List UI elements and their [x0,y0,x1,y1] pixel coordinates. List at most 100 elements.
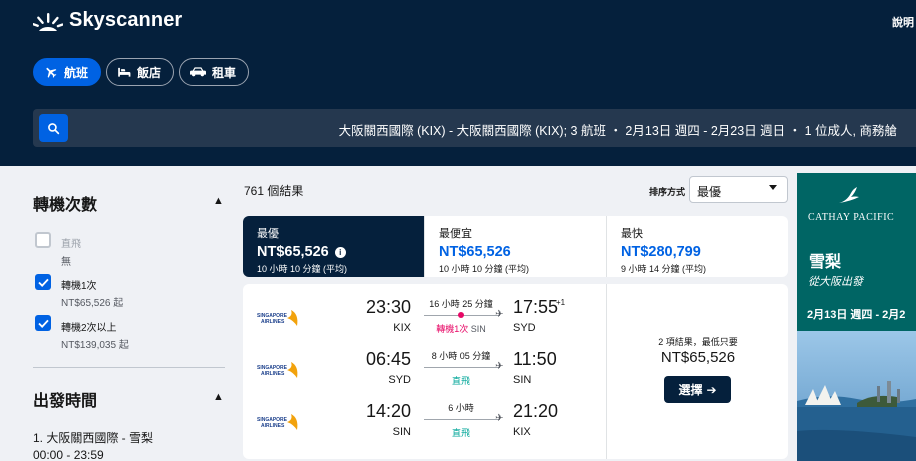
sort-label: 排序方式 [649,187,686,197]
stop-dot [458,312,464,318]
departure-time: 14:20 [365,401,411,421]
sort-tab-cheapest[interactable]: 最便宜 NT$65,526 10 小時 10 分鐘 (平均) [425,216,607,277]
stops-label: 轉機1次 [436,324,469,334]
results-count: 761 個結果 [244,184,304,198]
departure-time: 06:45 [365,349,411,369]
svg-text:AIRLINES: AIRLINES [261,371,285,377]
sort-tab-fastest[interactable]: 最快 NT$280,799 9 小時 14 分鐘 (平均) [607,216,788,277]
departure-time-title[interactable]: 出發時間 [33,387,97,411]
chevron-up-icon[interactable]: ▲ [213,195,224,207]
sort-tab-price: NT$65,526 [439,244,511,260]
flight-leg: SINGAPORE AIRLINES 14:20 SIN 6 小時 ✈ 直飛 2… [243,401,607,453]
sort-select[interactable]: 最優 [689,176,788,203]
tab-flights-label: 航班 [64,65,89,80]
price-panel: 2 項結果，最低只要 NT$65,526 選擇 ➔ [608,284,788,459]
sydney-harbour-image [797,331,916,461]
option-two-plus-price: NT$139,035 起 [61,340,129,351]
brand-name: Skyscanner [69,9,183,31]
help-link[interactable]: 說明 [892,14,914,30]
sort-tab-best[interactable]: 最優 NT$65,526 i 10 小時 10 分鐘 (平均) [243,216,425,277]
option-one-stop-label: 轉機1次 [61,281,97,292]
plane-icon: ✈ [495,309,504,320]
stops-filter-title[interactable]: 轉機次數 [33,191,97,215]
top-header: Skyscanner 說明 航班 飯店 租車 大阪關西國際 (KIX) - 大阪… [0,0,916,166]
arrival-time: 21:20 [513,401,559,421]
singapore-airlines-logo: SINGAPORE AIRLINES [257,414,298,430]
ad-dates: 2月13日 週四 - 2月2 [807,309,906,321]
stops-label: 直飛 [451,428,470,438]
tab-car-hire-label: 租車 [212,65,237,80]
info-icon[interactable]: i [334,246,346,258]
cathay-pacific-ad[interactable]: CATHAY PACIFIC 雪梨 從大阪出發 2月13日 週四 - 2月2 [797,173,916,461]
arrival-airport: KIX [513,426,531,438]
plane-icon: ✈ [495,361,504,372]
singapore-airlines-logo: SINGAPORE AIRLINES [257,362,298,378]
departure-leg-label: 1. 大阪關西國際 - 雪梨 [33,431,154,445]
flight-duration: 16 小時 25 分鐘 [429,299,493,309]
stops-label: 直飛 [451,376,470,386]
cathay-brushwing-logo [839,187,859,203]
car-icon [190,67,207,77]
plane-icon [46,67,57,78]
departure-time: 23:30 [365,297,411,317]
via-airport: SIN [470,324,486,334]
select-button[interactable]: 選擇 ➔ [664,376,731,403]
arrival-airport: SYD [513,322,536,334]
vertical-tabs: 航班 飯店 租車 [33,58,250,86]
sort-tab-duration: 10 小時 10 分鐘 (平均) [439,264,530,274]
checkbox-two-plus-stops[interactable] [35,315,51,331]
select-button-label: 選擇 [678,383,703,397]
chevron-up-icon[interactable]: ▲ [213,391,224,403]
arrival-time: 17:55 [513,297,559,317]
stops-info: 轉機1次 SIN [423,322,499,335]
option-direct-price: 無 [61,257,71,268]
flight-duration: 6 小時 [448,403,474,413]
tab-hotels-label: 飯店 [137,65,162,80]
departure-airport: SYD [388,374,411,386]
search-summary-bar[interactable]: 大阪關西國際 (KIX) - 大阪關西國際 (KIX); 3 航班 ・ 2月13… [33,109,916,147]
sort-tab-title: 最便宜 [439,228,472,240]
flight-leg: SINGAPORE AIRLINES 23:30 KIX 16 小時 25 分鐘… [243,297,607,349]
svg-text:AIRLINES: AIRLINES [261,319,285,325]
search-button[interactable] [39,114,68,142]
tab-car-hire[interactable]: 租車 [179,58,250,86]
sort-tab-price: NT$280,799 [621,244,701,260]
ad-brand: CATHAY PACIFIC [808,212,895,223]
sort-tab-price: NT$65,526 [257,244,329,260]
option-one-stop-price: NT$65,526 起 [61,298,124,309]
arrival-time: 11:50 [513,349,557,369]
sort-tab-duration: 10 小時 10 分鐘 (平均) [257,264,348,274]
route-line [424,367,500,368]
caret-down-icon [769,185,777,190]
plus-days: +1 [556,298,566,307]
filter-divider [33,367,225,368]
sort-tab-title: 最快 [621,228,643,240]
check-icon [37,319,49,328]
search-icon [48,122,60,134]
option-direct-label: 直飛 [61,239,81,250]
flight-duration: 8 小時 05 分鐘 [431,351,491,361]
plane-icon: ✈ [495,413,504,424]
checkbox-one-stop[interactable] [35,274,51,290]
option-two-plus-label: 轉機2次以上 [61,323,117,334]
skyscanner-logo[interactable]: Skyscanner [33,9,182,32]
sort-tab-duration: 9 小時 14 分鐘 (平均) [621,264,707,274]
sort-tabs: 最優 NT$65,526 i 10 小時 10 分鐘 (平均) 最便宜 NT$65… [243,216,788,277]
search-summary-text: 大阪關西國際 (KIX) - 大阪關西國際 (KIX); 3 航班 ・ 2月13… [338,124,897,138]
ad-origin: 從大阪出發 [808,276,863,288]
sort-tab-title: 最優 [257,228,279,240]
flight-result-card[interactable]: SINGAPORE AIRLINES 23:30 KIX 16 小時 25 分鐘… [243,284,788,459]
tab-hotels[interactable]: 飯店 [106,58,175,86]
singapore-airlines-logo: SINGAPORE AIRLINES [257,310,298,326]
checkbox-direct[interactable] [35,232,51,248]
tab-flights[interactable]: 航班 [33,58,102,86]
sort-select-value: 最優 [697,185,722,199]
ad-banner: CATHAY PACIFIC 雪梨 從大阪出發 2月13日 週四 - 2月2 [797,173,916,331]
departure-airport: SIN [392,426,411,438]
price: NT$65,526 [660,349,736,366]
arrival-airport: SIN [513,374,532,386]
route-line [424,419,500,420]
flight-leg: SINGAPORE AIRLINES 06:45 SYD 8 小時 05 分鐘 … [243,349,607,401]
ad-city: 雪梨 [809,254,842,271]
sunrise-logo-icon [33,12,63,31]
